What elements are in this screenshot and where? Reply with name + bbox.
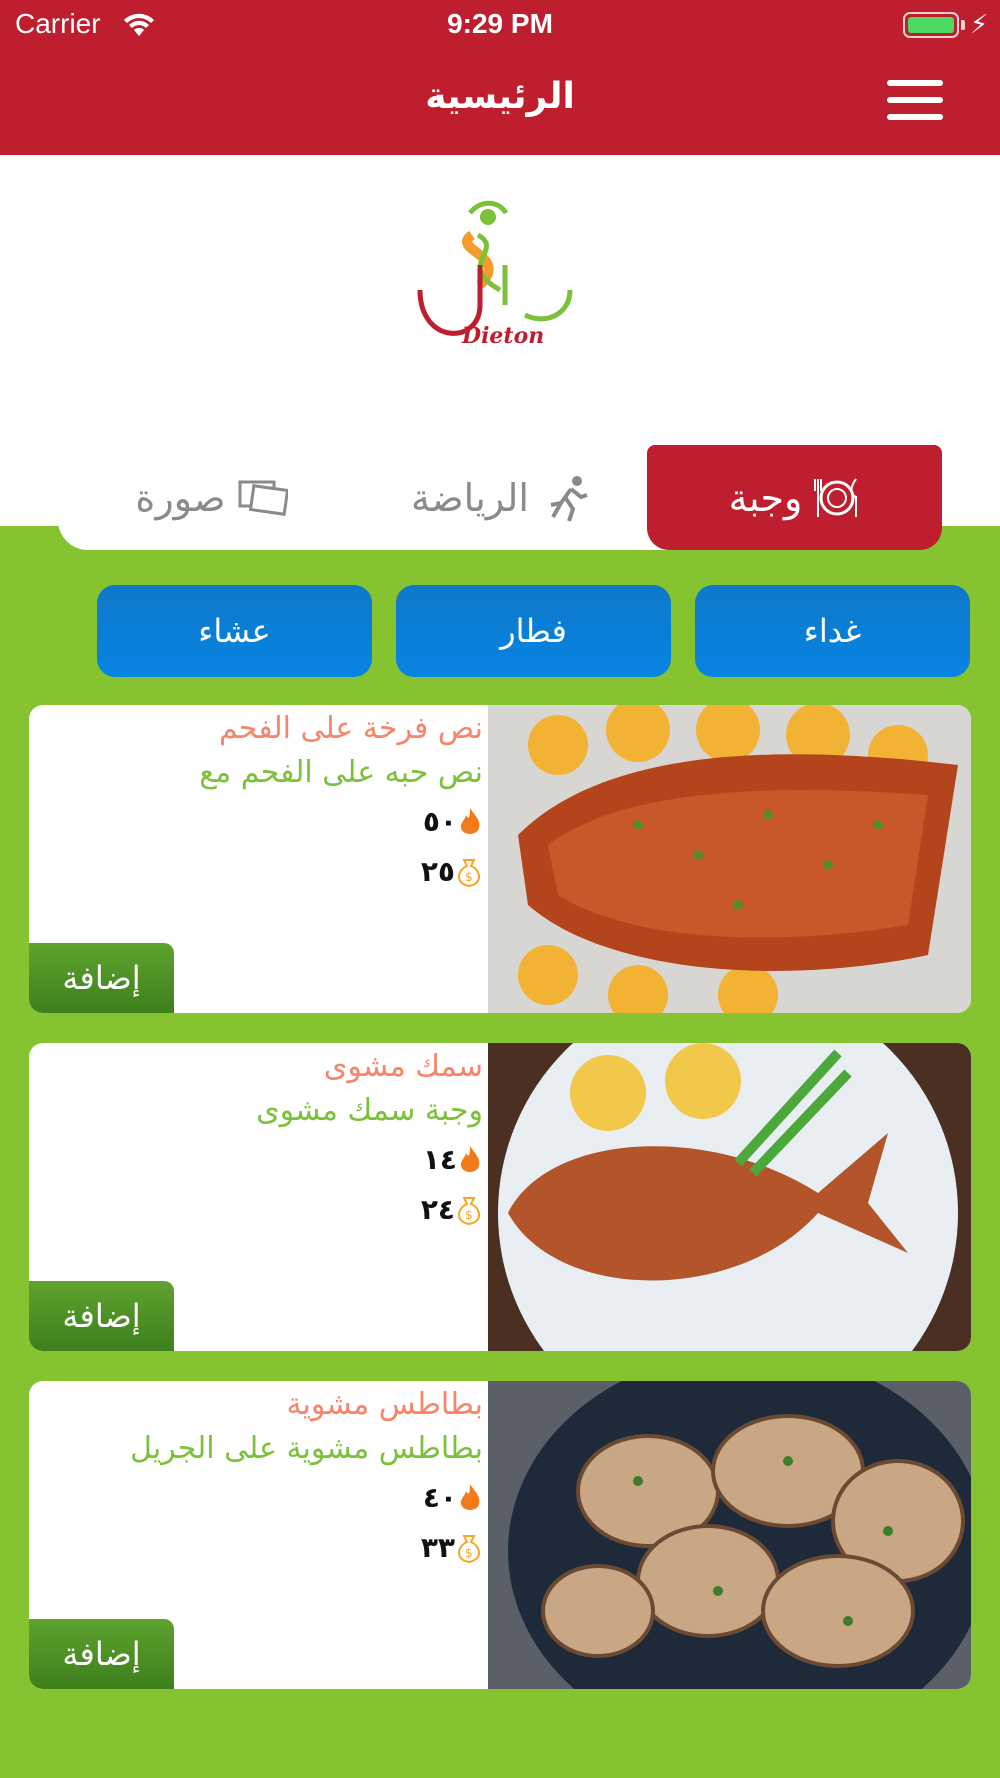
svg-text:$: $ — [465, 1546, 473, 1560]
svg-text:$: $ — [465, 1208, 473, 1222]
meal-description: وجبة سمك مشوى — [256, 1093, 483, 1128]
tab-photo-label: صورة — [135, 475, 226, 520]
price-value: ٣٣ — [420, 1531, 455, 1564]
svg-text:$: $ — [465, 870, 473, 884]
tab-photo[interactable]: صورة — [68, 445, 355, 550]
price-row: ٣٣ $ — [407, 1531, 483, 1564]
page-title: الرئيسية — [425, 76, 575, 117]
price-value: ٢٤ — [420, 1193, 455, 1226]
tab-sports[interactable]: الرياضة — [355, 445, 647, 550]
battery-icon — [903, 12, 959, 38]
logo-text: Dieton — [461, 323, 544, 349]
meal-card[interactable]: سمك مشوى وجبة سمك مشوى ١٤ ٢٤ $ إضافة — [29, 1043, 971, 1351]
grilled-salmon-photo — [488, 705, 971, 1013]
price-value: ٢٥ — [420, 855, 455, 888]
meal-title: سمك مشوى — [323, 1049, 483, 1084]
price-row: ٢٤ $ — [407, 1193, 483, 1226]
add-meal-button[interactable]: إضافة — [29, 943, 174, 1013]
money-bag-icon: $ — [458, 858, 480, 887]
lunch-button[interactable]: غداء — [695, 585, 970, 677]
calories-row: ٤٠ — [409, 1481, 483, 1514]
money-bag-icon: $ — [458, 1534, 480, 1563]
tab-sports-label: الرياضة — [411, 475, 529, 520]
flame-icon — [460, 807, 480, 834]
dieton-logo: Dieton — [417, 200, 573, 349]
grilled-fish-photo — [488, 1043, 971, 1351]
calories-row: ١٤ — [409, 1143, 483, 1176]
breakfast-button[interactable]: فطار — [396, 585, 671, 677]
dinner-button[interactable]: عشاء — [97, 585, 372, 677]
roasted-potatoes-photo — [488, 1381, 971, 1689]
calories-value: ٥٠ — [422, 805, 457, 838]
add-meal-button[interactable]: إضافة — [29, 1281, 174, 1351]
calories-value: ١٤ — [422, 1143, 457, 1176]
meal-title: نص فرخة على الفحم — [218, 711, 483, 746]
hamburger-menu-icon[interactable] — [887, 80, 943, 120]
meal-description: بطاطس مشوية على الجريل — [130, 1431, 483, 1466]
meal-card[interactable]: بطاطس مشوية بطاطس مشوية على الجريل ٤٠ ٣٣… — [29, 1381, 971, 1689]
charging-bolt-icon: ⚡ — [970, 10, 989, 40]
status-time: 9:29 PM — [447, 8, 553, 39]
meal-title: بطاطس مشوية — [286, 1387, 483, 1422]
meal-card[interactable]: نص فرخة على الفحم نص حبه على الفحم مع ٥٠… — [29, 705, 971, 1013]
photos-icon — [238, 480, 288, 516]
flame-icon — [460, 1145, 480, 1172]
meal-description: نص حبه على الفحم مع — [199, 755, 483, 790]
calories-row: ٥٠ — [409, 805, 483, 838]
add-meal-button[interactable]: إضافة — [29, 1619, 174, 1689]
tab-meal[interactable]: وجبة — [647, 445, 942, 550]
meal-plate-icon — [814, 477, 858, 517]
calories-value: ٤٠ — [422, 1481, 457, 1514]
status-bar: Carrier 9:29 PM ⚡ — [0, 0, 1000, 50]
app-header: Carrier 9:29 PM ⚡ الرئيسية — [0, 0, 1000, 155]
flame-icon — [460, 1483, 480, 1510]
running-person-icon — [550, 475, 588, 522]
battery-tip — [961, 20, 965, 30]
price-row: ٢٥ $ — [407, 855, 483, 888]
tab-meal-label: وجبة — [728, 475, 803, 520]
money-bag-icon: $ — [458, 1196, 480, 1225]
